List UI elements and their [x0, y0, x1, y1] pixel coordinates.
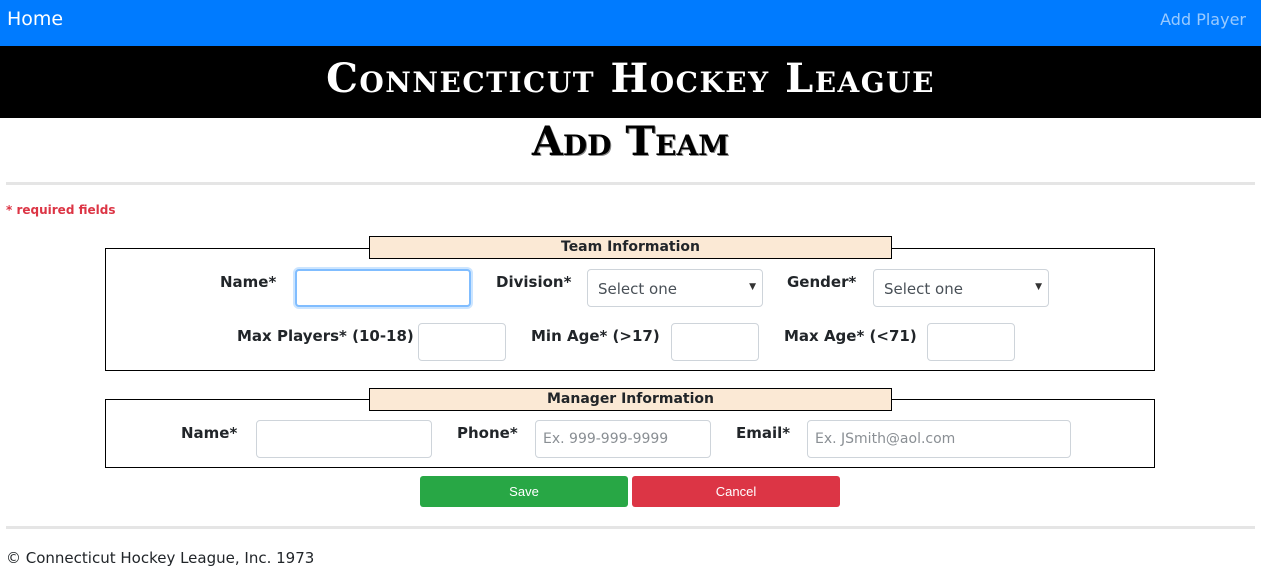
- manager-information-legend: Manager Information: [369, 388, 892, 411]
- manager-name-input[interactable]: [256, 420, 432, 458]
- manager-email-label: Email*: [736, 424, 791, 442]
- cancel-button[interactable]: Cancel: [632, 476, 840, 507]
- divider: [6, 182, 1255, 185]
- min-age-input[interactable]: [671, 323, 759, 361]
- manager-phone-label: Phone*: [457, 424, 518, 442]
- gender-label: Gender*: [787, 273, 857, 291]
- gender-select[interactable]: Select one ▼: [873, 269, 1049, 307]
- nav-home-link[interactable]: Home: [7, 8, 63, 30]
- manager-phone-input[interactable]: [535, 420, 711, 458]
- nav-add-player-link[interactable]: Add Player: [1160, 10, 1246, 29]
- league-banner: Connecticut Hockey League: [0, 46, 1261, 118]
- max-players-label: Max Players* (10-18): [237, 327, 414, 345]
- min-age-label: Min Age* (>17): [531, 327, 660, 345]
- division-selected-value: Select one: [598, 280, 677, 298]
- chevron-down-icon: ▼: [1035, 282, 1042, 292]
- navbar: Home Add Player: [0, 0, 1261, 46]
- division-label: Division*: [496, 273, 572, 291]
- page-title: Add Team: [531, 118, 730, 165]
- league-title: Connecticut Hockey League: [326, 55, 935, 102]
- team-name-input[interactable]: [295, 269, 471, 307]
- max-age-input[interactable]: [927, 323, 1015, 361]
- team-name-label: Name*: [220, 273, 277, 291]
- manager-name-label: Name*: [181, 424, 238, 442]
- required-fields-note: * required fields: [6, 203, 116, 217]
- gender-selected-value: Select one: [884, 280, 963, 298]
- division-select[interactable]: Select one ▼: [587, 269, 763, 307]
- divider: [6, 526, 1255, 529]
- team-information-legend: Team Information: [369, 236, 892, 259]
- chevron-down-icon: ▼: [749, 282, 756, 292]
- manager-email-input[interactable]: [807, 420, 1071, 458]
- footer-copyright: © Connecticut Hockey League, Inc. 1973: [6, 549, 315, 567]
- max-age-label: Max Age* (<71): [784, 327, 917, 345]
- save-button[interactable]: Save: [420, 476, 628, 507]
- max-players-input[interactable]: [418, 323, 506, 361]
